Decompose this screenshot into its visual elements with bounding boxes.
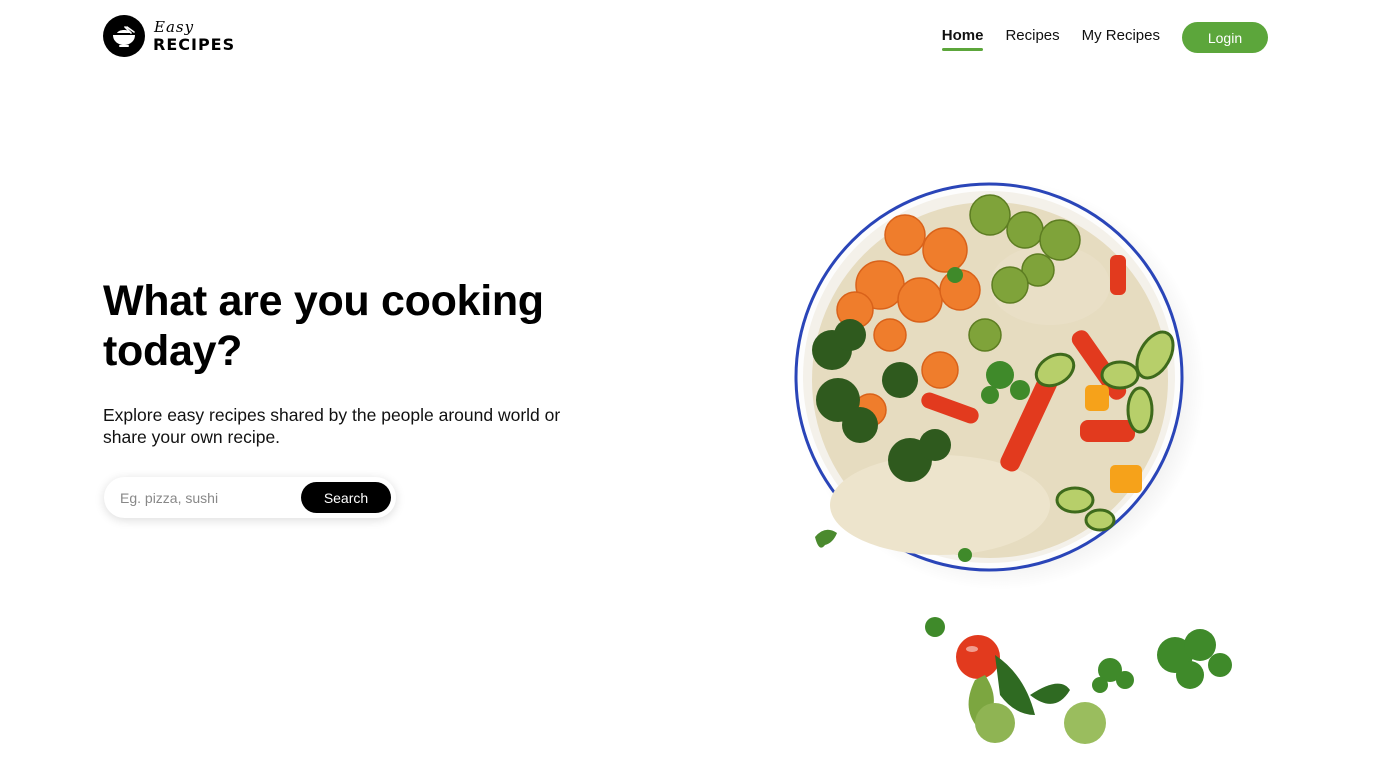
logo-text-top: Easy <box>154 17 195 36</box>
nav-my-recipes[interactable]: My Recipes <box>1082 27 1160 48</box>
bowl-icon <box>103 15 145 57</box>
hero-subtitle: Explore easy recipes shared by the peopl… <box>103 405 561 447</box>
food-bowl-image <box>794 180 1232 744</box>
login-button[interactable]: Login <box>1182 22 1268 53</box>
nav-home[interactable]: Home <box>941 27 983 51</box>
search-button[interactable]: Search <box>301 482 391 513</box>
search-bar: Search <box>104 477 396 518</box>
logo[interactable]: Easy RECIPES <box>103 15 235 57</box>
hero-title: What are you cooking today? <box>103 277 544 375</box>
search-input[interactable] <box>120 489 301 506</box>
nav-recipes[interactable]: Recipes <box>1005 27 1059 48</box>
main-nav: Home Recipes My Recipes Login <box>920 22 1268 53</box>
logo-text-bottom: RECIPES <box>153 34 236 54</box>
